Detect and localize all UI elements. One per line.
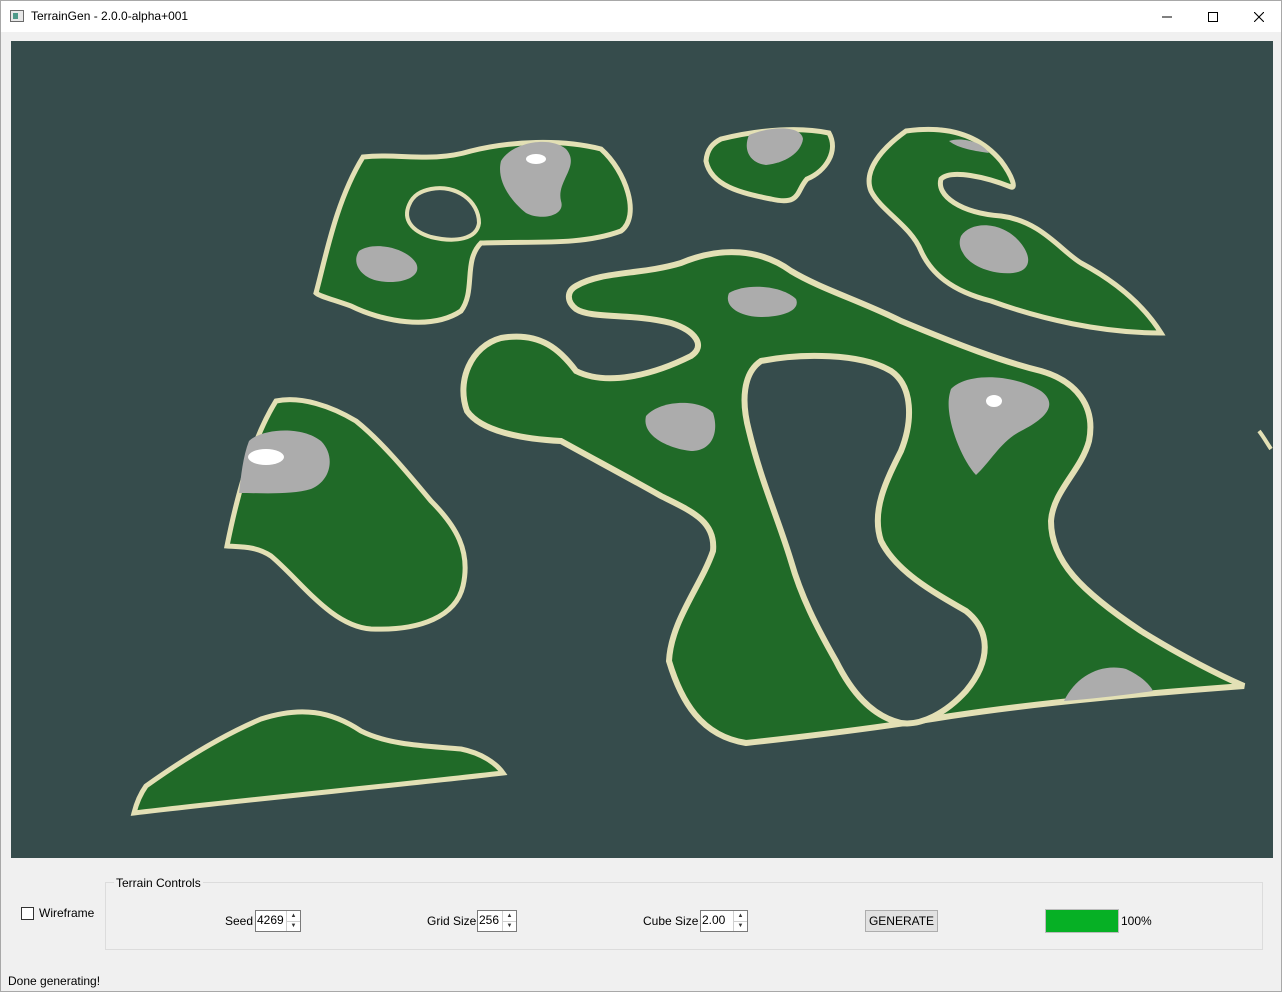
generate-button[interactable]: GENERATE xyxy=(865,910,938,932)
generation-progress-bar xyxy=(1045,909,1119,933)
terrain-island-top-right xyxy=(866,126,1166,336)
status-message: Done generating! xyxy=(8,974,101,988)
seed-increment-icon[interactable]: ▲ xyxy=(287,911,300,922)
progress-fill xyxy=(1046,910,1118,932)
wireframe-checkbox[interactable] xyxy=(21,906,34,920)
terrain-snow xyxy=(986,395,1002,407)
grid-size-value[interactable]: 256 xyxy=(478,911,502,931)
seed-label: Seed xyxy=(225,914,254,928)
close-icon xyxy=(1254,11,1264,22)
grid-size-spin-arrows: ▲ ▼ xyxy=(502,911,516,931)
maximize-button[interactable] xyxy=(1190,1,1236,32)
terrain-snow xyxy=(526,154,546,164)
cube-size-label: Cube Size xyxy=(643,914,699,928)
cube-size-decrement-icon[interactable]: ▼ xyxy=(734,922,747,932)
seed-decrement-icon[interactable]: ▼ xyxy=(287,922,300,932)
terrain-shore xyxy=(1257,429,1273,451)
app-icon xyxy=(10,10,24,22)
minimize-button[interactable] xyxy=(1144,1,1190,32)
progress-percent: 100% xyxy=(1121,914,1152,928)
window-title: TerrainGen - 2.0.0-alpha+001 xyxy=(31,9,189,23)
grid-size-increment-icon[interactable]: ▲ xyxy=(503,911,516,922)
terrain-snow xyxy=(248,449,284,465)
terrain-render xyxy=(130,126,1273,816)
cube-size-increment-icon[interactable]: ▲ xyxy=(734,911,747,922)
cube-size-value[interactable]: 2.00 xyxy=(701,911,733,931)
wireframe-toggle[interactable]: Wireframe xyxy=(21,906,94,920)
seed-value[interactable]: 4269 xyxy=(256,911,286,931)
terrain-viewport[interactable] xyxy=(11,41,1273,858)
grid-size-spinbox[interactable]: 256 ▲ ▼ xyxy=(477,910,517,932)
cube-size-spinbox[interactable]: 2.00 ▲ ▼ xyxy=(700,910,748,932)
grid-size-decrement-icon[interactable]: ▼ xyxy=(503,922,516,932)
grid-size-label: Grid Size xyxy=(427,914,477,928)
title-bar: TerrainGen - 2.0.0-alpha+001 xyxy=(1,1,1281,32)
close-button[interactable] xyxy=(1236,1,1282,32)
minimize-icon xyxy=(1162,16,1172,17)
seed-spin-arrows: ▲ ▼ xyxy=(286,911,300,931)
terrain-controls-title: Terrain Controls xyxy=(114,876,203,890)
seed-spinbox[interactable]: 4269 ▲ ▼ xyxy=(255,910,301,932)
app-window: TerrainGen - 2.0.0-alpha+001 Wireframe T… xyxy=(0,0,1282,992)
terrain-island-bottom-left xyxy=(130,709,508,816)
maximize-icon xyxy=(1208,11,1218,22)
wireframe-label: Wireframe xyxy=(39,906,95,920)
cube-size-spin-arrows: ▲ ▼ xyxy=(733,911,747,931)
